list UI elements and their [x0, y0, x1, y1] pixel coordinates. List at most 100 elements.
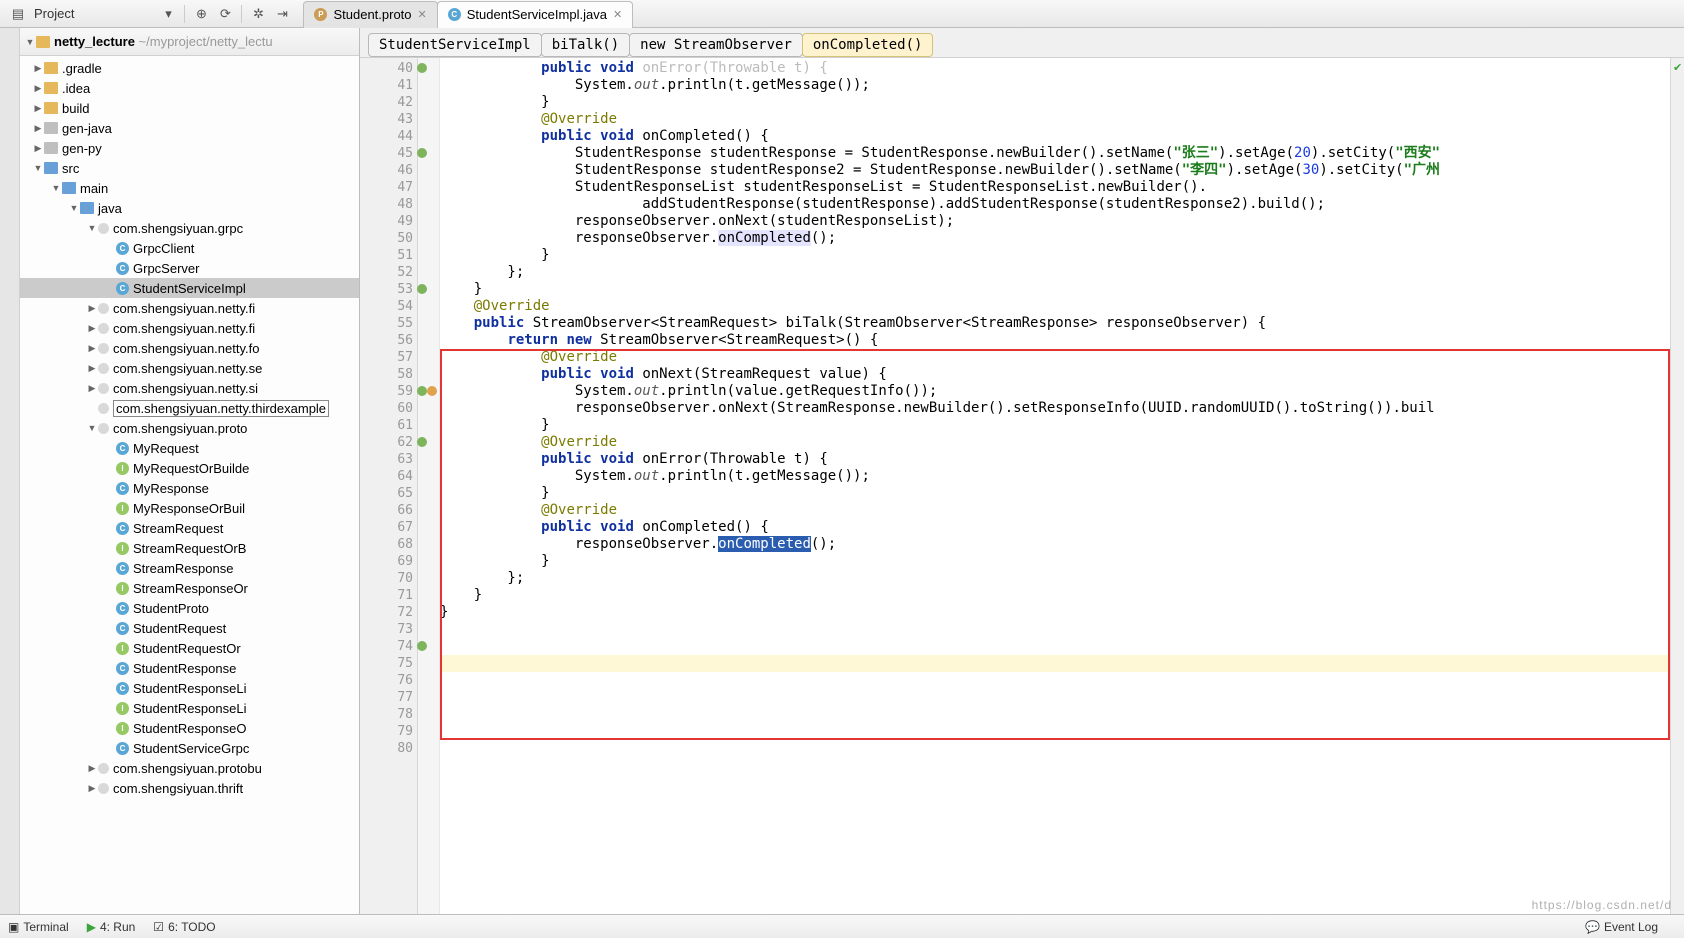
- tree-item[interactable]: CStudentRequest: [20, 618, 359, 638]
- tab-studentserviceimpl[interactable]: C StudentServiceImpl.java ✕: [437, 1, 633, 28]
- line-number[interactable]: 47: [360, 179, 413, 196]
- tree-item[interactable]: ▶gen-py: [20, 138, 359, 158]
- close-icon[interactable]: ✕: [418, 8, 427, 21]
- line-number[interactable]: 69: [360, 553, 413, 570]
- line-number[interactable]: 73: [360, 621, 413, 638]
- tree-item[interactable]: CMyRequest: [20, 438, 359, 458]
- tree-item[interactable]: CStudentResponseLi: [20, 678, 359, 698]
- tree-item[interactable]: IStudentRequestOr: [20, 638, 359, 658]
- tree-item[interactable]: IMyResponseOrBuil: [20, 498, 359, 518]
- tree-item[interactable]: CGrpcClient: [20, 238, 359, 258]
- implements-marker-icon[interactable]: [427, 386, 437, 396]
- tree-item[interactable]: IMyRequestOrBuilde: [20, 458, 359, 478]
- tree-item[interactable]: CStreamRequest: [20, 518, 359, 538]
- chevron-icon[interactable]: ▶: [32, 143, 44, 154]
- line-number[interactable]: 44: [360, 128, 413, 145]
- line-number[interactable]: 46: [360, 162, 413, 179]
- tree-item[interactable]: ▼src: [20, 158, 359, 178]
- tree-item[interactable]: IStudentResponseLi: [20, 698, 359, 718]
- line-number[interactable]: 48: [360, 196, 413, 213]
- tree-item[interactable]: CStreamResponse: [20, 558, 359, 578]
- close-icon[interactable]: ✕: [613, 8, 622, 21]
- line-number[interactable]: 52: [360, 264, 413, 281]
- line-number[interactable]: 50: [360, 230, 413, 247]
- terminal-button[interactable]: ▣ Terminal: [8, 920, 69, 934]
- tree-item[interactable]: ▶com.shengsiyuan.netty.fi: [20, 318, 359, 338]
- chevron-icon[interactable]: ▶: [86, 363, 98, 374]
- event-log-button[interactable]: 💬 Event Log: [1585, 920, 1658, 934]
- line-number[interactable]: 80: [360, 740, 413, 757]
- tree-item[interactable]: ▶com.shengsiyuan.protobu: [20, 758, 359, 778]
- code-editor[interactable]: public void onError(Throwable t) { Syste…: [440, 58, 1670, 914]
- tree-item[interactable]: ▶com.shengsiyuan.netty.fo: [20, 338, 359, 358]
- breadcrumb-inner-method[interactable]: onCompleted(): [802, 33, 934, 57]
- line-number[interactable]: 62: [360, 434, 413, 451]
- left-gutter-strip[interactable]: [0, 28, 20, 914]
- project-root[interactable]: ▼ netty_lecture ~/myproject/netty_lectu: [20, 28, 359, 56]
- line-number[interactable]: 56: [360, 332, 413, 349]
- target-icon[interactable]: ⊕: [193, 6, 209, 22]
- chevron-icon[interactable]: ▼: [50, 183, 62, 193]
- chevron-icon[interactable]: ▼: [86, 423, 98, 433]
- chevron-icon[interactable]: ▶: [86, 763, 98, 774]
- tree-item[interactable]: ▼com.shengsiyuan.grpc: [20, 218, 359, 238]
- line-number[interactable]: 75: [360, 655, 413, 672]
- line-number[interactable]: 60: [360, 400, 413, 417]
- tree-item[interactable]: ▶com.shengsiyuan.netty.si: [20, 378, 359, 398]
- override-marker-icon[interactable]: [417, 386, 427, 396]
- project-structure-icon[interactable]: ▤: [10, 6, 26, 22]
- override-marker-icon[interactable]: [417, 63, 427, 73]
- chevron-icon[interactable]: ▼: [68, 203, 80, 213]
- chevron-icon[interactable]: ▶: [32, 63, 44, 74]
- line-number[interactable]: 42: [360, 94, 413, 111]
- tree-item[interactable]: CStudentProto: [20, 598, 359, 618]
- override-marker-icon[interactable]: [417, 148, 427, 158]
- chevron-down-icon[interactable]: ▾: [160, 6, 176, 22]
- chevron-icon[interactable]: ▶: [86, 383, 98, 394]
- project-toolwindow-label[interactable]: Project: [34, 6, 74, 21]
- breadcrumb-method[interactable]: biTalk(): [541, 33, 630, 57]
- override-marker-icon[interactable]: [417, 641, 427, 651]
- override-marker-icon[interactable]: [417, 437, 427, 447]
- chevron-icon[interactable]: ▶: [86, 323, 98, 334]
- collapse-icon[interactable]: ⇥: [274, 6, 290, 22]
- line-number[interactable]: 40: [360, 60, 413, 77]
- refresh-icon[interactable]: ⟳: [217, 6, 233, 22]
- line-number[interactable]: 58: [360, 366, 413, 383]
- line-number[interactable]: 43: [360, 111, 413, 128]
- line-number[interactable]: 64: [360, 468, 413, 485]
- line-number[interactable]: 54: [360, 298, 413, 315]
- tree-item[interactable]: ▶com.shengsiyuan.netty.fi: [20, 298, 359, 318]
- chevron-icon[interactable]: ▼: [32, 163, 44, 173]
- line-number[interactable]: 63: [360, 451, 413, 468]
- tree-item[interactable]: ▼java: [20, 198, 359, 218]
- override-marker-icon[interactable]: [417, 284, 427, 294]
- chevron-icon[interactable]: ▶: [32, 83, 44, 94]
- line-number[interactable]: 77: [360, 689, 413, 706]
- tree-item[interactable]: CStudentServiceImpl: [20, 278, 359, 298]
- line-number[interactable]: 55: [360, 315, 413, 332]
- line-number[interactable]: 65: [360, 485, 413, 502]
- line-number[interactable]: 76: [360, 672, 413, 689]
- tree-item[interactable]: com.shengsiyuan.netty.thirdexample: [20, 398, 359, 418]
- tree-item[interactable]: ▼main: [20, 178, 359, 198]
- line-number[interactable]: 78: [360, 706, 413, 723]
- todo-button[interactable]: ☑ 6: TODO: [153, 920, 215, 934]
- tree-item[interactable]: ▶.idea: [20, 78, 359, 98]
- line-number[interactable]: 57: [360, 349, 413, 366]
- line-number[interactable]: 71: [360, 587, 413, 604]
- tree-item[interactable]: ▶.gradle: [20, 58, 359, 78]
- tree-item[interactable]: ▶com.shengsiyuan.netty.se: [20, 358, 359, 378]
- line-number[interactable]: 79: [360, 723, 413, 740]
- line-number[interactable]: 49: [360, 213, 413, 230]
- chevron-icon[interactable]: ▶: [86, 343, 98, 354]
- line-number[interactable]: 67: [360, 519, 413, 536]
- tree-item[interactable]: ▼com.shengsiyuan.proto: [20, 418, 359, 438]
- line-number[interactable]: 59: [360, 383, 413, 400]
- tree-item[interactable]: CGrpcServer: [20, 258, 359, 278]
- line-number[interactable]: 53: [360, 281, 413, 298]
- line-number[interactable]: 74: [360, 638, 413, 655]
- tree-item[interactable]: IStreamResponseOr: [20, 578, 359, 598]
- breadcrumb-class[interactable]: StudentServiceImpl: [368, 33, 542, 57]
- chevron-icon[interactable]: ▶: [86, 783, 98, 794]
